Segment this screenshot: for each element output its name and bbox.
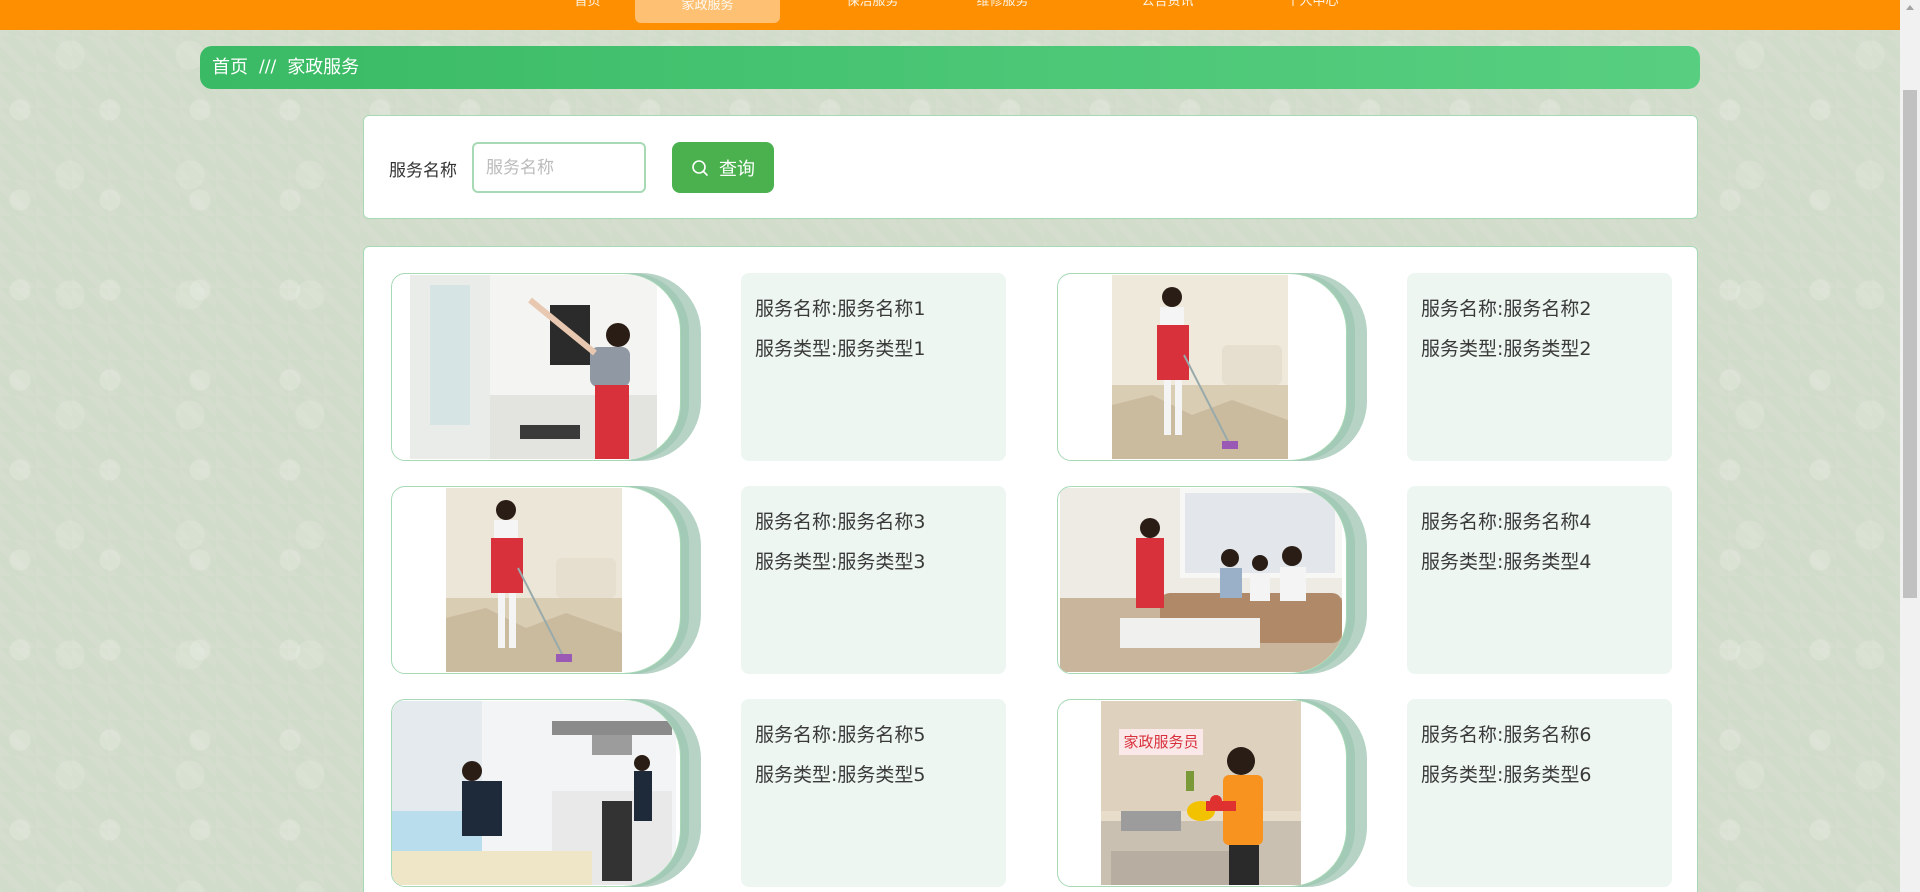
scroll-up-icon[interactable] bbox=[1906, 5, 1914, 10]
scrollbar-thumb[interactable] bbox=[1903, 90, 1917, 598]
service-info: 服务名称:服务名称5 服务类型:服务类型5 bbox=[741, 699, 1006, 887]
service-type-text: 服务类型:服务类型1 bbox=[755, 338, 926, 360]
service-photo: 家政服务员 bbox=[1101, 701, 1301, 885]
service-name-text: 服务名称:服务名称1 bbox=[755, 298, 926, 320]
top-nav-bar: 首页 家政服务 保洁服务 维修服务 公告资讯 个人中心 bbox=[0, 0, 1900, 30]
service-type-text: 服务类型:服务类型6 bbox=[1421, 764, 1592, 786]
service-name-text: 服务名称:服务名称4 bbox=[1421, 511, 1592, 533]
breadcrumb-home-link[interactable]: 首页 bbox=[212, 46, 248, 89]
service-photo bbox=[410, 275, 657, 459]
service-name-text: 服务名称:服务名称3 bbox=[755, 511, 926, 533]
service-photo bbox=[1060, 488, 1342, 672]
breadcrumb-separator: /// bbox=[259, 57, 277, 77]
service-name-text: 服务名称:服务名称5 bbox=[755, 724, 926, 746]
breadcrumb: 首页 /// 家政服务 bbox=[200, 46, 1700, 89]
service-type-text: 服务类型:服务类型4 bbox=[1421, 551, 1592, 573]
search-button-label: 查询 bbox=[719, 158, 755, 180]
service-info: 服务名称:服务名称1 服务类型:服务类型1 bbox=[741, 273, 1006, 461]
search-icon bbox=[691, 159, 709, 177]
service-photo bbox=[392, 701, 676, 885]
service-image-card[interactable] bbox=[1057, 486, 1367, 674]
service-image-card[interactable]: 家政服务员 bbox=[1057, 699, 1367, 887]
service-info: 服务名称:服务名称4 服务类型:服务类型4 bbox=[1407, 486, 1672, 674]
breadcrumb-current: 家政服务 bbox=[287, 57, 360, 78]
service-image-card[interactable] bbox=[1057, 273, 1367, 461]
vertical-scrollbar[interactable] bbox=[1900, 0, 1920, 892]
service-type-text: 服务类型:服务类型5 bbox=[755, 764, 926, 786]
nav-item-repair[interactable]: 维修服务 bbox=[930, 0, 1075, 22]
service-image-card[interactable] bbox=[391, 273, 701, 461]
nav-item-news[interactable]: 公告资讯 bbox=[1095, 0, 1240, 22]
service-list: 服务名称:服务名称1 服务类型:服务类型1 服务名称:服务名称2 服务类型:服务… bbox=[363, 246, 1698, 892]
nav-item-housekeeping[interactable]: 家政服务 bbox=[635, 0, 780, 23]
nav-item-profile[interactable]: 个人中心 bbox=[1240, 0, 1385, 22]
service-name-label: 服务名称 bbox=[389, 161, 457, 181]
service-info: 服务名称:服务名称6 服务类型:服务类型6 bbox=[1407, 699, 1672, 887]
service-image-card[interactable] bbox=[391, 486, 701, 674]
service-name-text: 服务名称:服务名称6 bbox=[1421, 724, 1592, 746]
service-info: 服务名称:服务名称3 服务类型:服务类型3 bbox=[741, 486, 1006, 674]
search-button[interactable]: 查询 bbox=[672, 142, 774, 193]
search-panel: 服务名称 查询 bbox=[363, 115, 1698, 219]
service-name-text: 服务名称:服务名称2 bbox=[1421, 298, 1592, 320]
service-photo bbox=[1112, 275, 1288, 459]
service-type-text: 服务类型:服务类型3 bbox=[755, 551, 926, 573]
service-type-text: 服务类型:服务类型2 bbox=[1421, 338, 1592, 360]
service-image-card[interactable] bbox=[391, 699, 701, 887]
service-info: 服务名称:服务名称2 服务类型:服务类型2 bbox=[1407, 273, 1672, 461]
service-photo bbox=[446, 488, 622, 672]
nav-item-cleaning[interactable]: 保洁服务 bbox=[800, 0, 945, 22]
service-name-input[interactable] bbox=[472, 142, 646, 193]
photo-badge-text: 家政服务员 bbox=[1123, 733, 1199, 751]
